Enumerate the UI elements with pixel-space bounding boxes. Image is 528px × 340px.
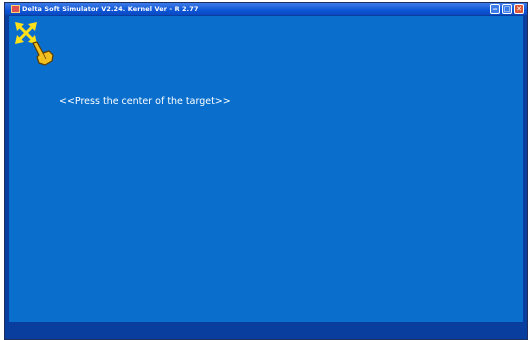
window-title: Delta Soft Simulator V2.24. Kernel Ver -… [22, 5, 199, 13]
window-bottom-border [5, 323, 527, 339]
maximize-icon: □ [503, 5, 511, 13]
calibration-instruction: <<Press the center of the target>> [59, 96, 231, 107]
minimize-button[interactable]: ‒ [490, 4, 500, 14]
app-icon[interactable] [11, 5, 20, 13]
title-bar[interactable]: Delta Soft Simulator V2.24. Kernel Ver -… [5, 3, 527, 15]
close-icon: ✕ [516, 5, 522, 13]
calibration-screen[interactable]: <<Press the center of the target>> [9, 16, 523, 322]
minimize-icon: ‒ [492, 5, 498, 13]
close-button[interactable]: ✕ [514, 4, 524, 14]
pointing-hand-icon [32, 41, 54, 66]
simulator-window: Delta Soft Simulator V2.24. Kernel Ver -… [4, 2, 528, 340]
maximize-button[interactable]: □ [502, 4, 512, 14]
